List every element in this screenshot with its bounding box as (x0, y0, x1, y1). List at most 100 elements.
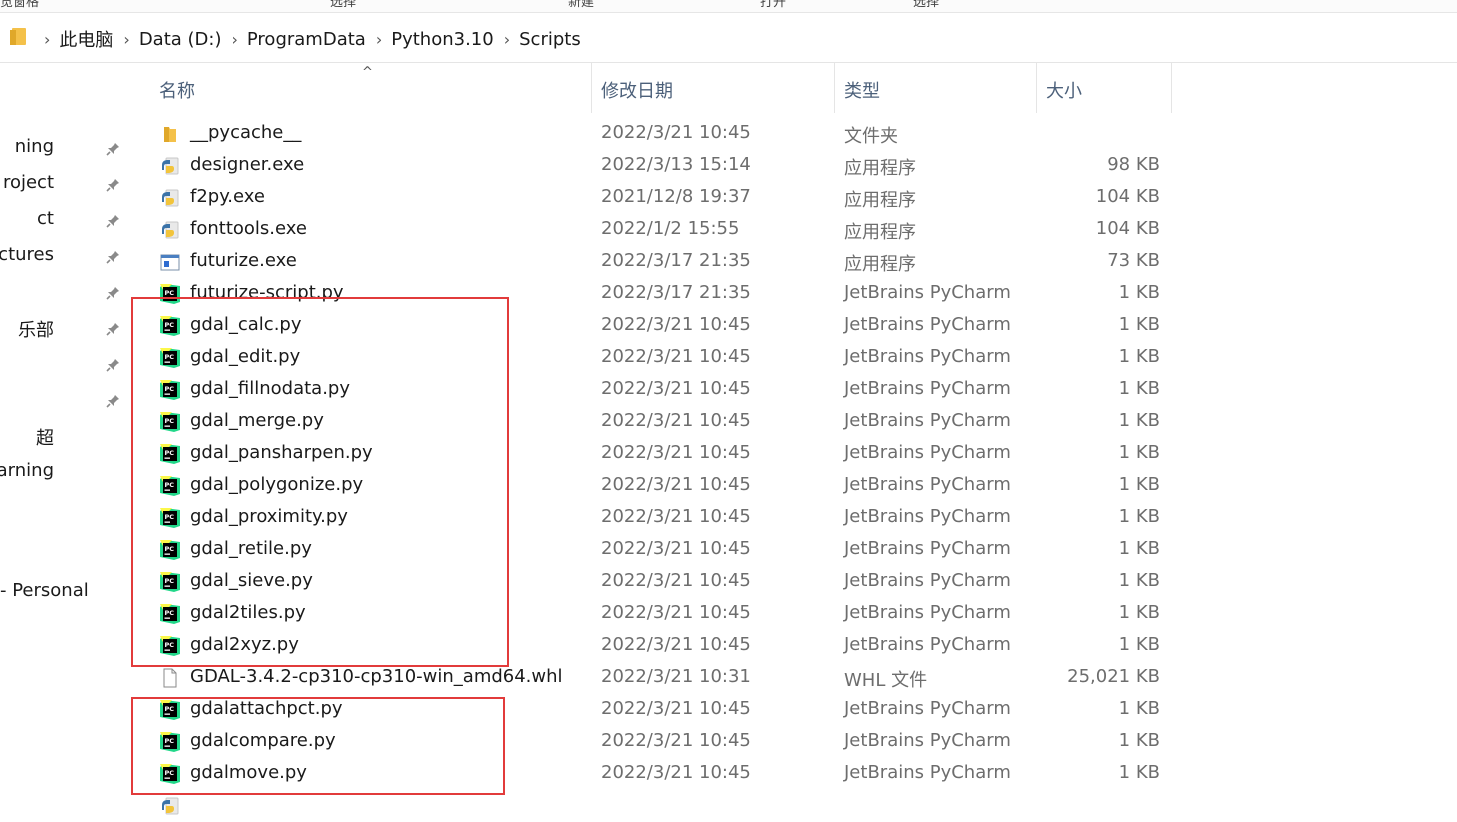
nav-item[interactable]: - Personal (0, 576, 130, 606)
file-name: __pycache__ (190, 122, 302, 143)
file-type: 文件夹 (844, 126, 898, 147)
breadcrumb-data-drive[interactable]: Data (D:) (139, 29, 222, 50)
file-row[interactable]: f2py.exe 2021/12/8 19:37 应用程序 104 KB (130, 182, 1230, 214)
file-type: JetBrains PyCharm (844, 762, 1011, 783)
file-row[interactable]: fonttools.exe 2022/1/2 15:55 应用程序 104 KB (130, 214, 1230, 246)
file-type: JetBrains PyCharm (844, 282, 1011, 303)
pin-icon[interactable] (106, 356, 120, 372)
pin-icon[interactable] (106, 212, 120, 228)
file-type: JetBrains PyCharm (844, 570, 1011, 591)
pin-icon[interactable] (106, 284, 120, 300)
nav-item-label: ctures (0, 244, 54, 265)
file-date: 2022/3/21 10:45 (601, 442, 751, 463)
column-header-type[interactable]: 类型 (835, 63, 1037, 113)
file-size: 25,021 KB (1067, 666, 1160, 687)
file-date: 2022/3/13 15:14 (601, 154, 751, 175)
application-icon (160, 252, 180, 272)
column-header-label: 修改日期 (601, 81, 673, 102)
chevron-right-icon[interactable]: › (123, 30, 129, 49)
ribbon-fragment[interactable]: 选择 (913, 0, 939, 10)
chevron-right-icon[interactable]: › (376, 30, 382, 49)
file-row[interactable]: designer.exe 2022/3/13 15:14 应用程序 98 KB (130, 150, 1230, 182)
column-header-label: 大小 (1046, 81, 1082, 102)
pin-icon[interactable] (106, 320, 120, 336)
nav-item-label: ning (14, 136, 54, 157)
file-type: JetBrains PyCharm (844, 378, 1011, 399)
file-type: JetBrains PyCharm (844, 506, 1011, 527)
file-type: 应用程序 (844, 222, 916, 243)
nav-item-label: - Personal (0, 580, 89, 601)
nav-item-label: 超 (36, 428, 54, 449)
file-size: 104 KB (1095, 186, 1160, 207)
file-type: WHL 文件 (844, 670, 928, 691)
file-size: 1 KB (1118, 410, 1160, 431)
nav-item[interactable]: roject (0, 168, 130, 198)
file-type: JetBrains PyCharm (844, 410, 1011, 431)
ribbon-fragment[interactable]: 览窗格 (0, 0, 39, 10)
file-row[interactable]: __pycache__ 2022/3/21 10:45 文件夹 (130, 118, 1230, 150)
file-size: 98 KB (1107, 154, 1160, 175)
folder-icon (10, 28, 26, 45)
chevron-right-icon[interactable]: › (44, 30, 50, 49)
chevron-right-icon[interactable]: › (231, 30, 237, 49)
address-bar[interactable]: › 此电脑 › Data (D:) › ProgramData › Python… (0, 14, 1457, 63)
nav-item[interactable]: earning (0, 456, 130, 486)
column-header-date[interactable]: 修改日期 (592, 63, 835, 113)
breadcrumb-python310[interactable]: Python3.10 (391, 29, 493, 50)
file-date: 2021/12/8 19:37 (601, 186, 751, 207)
column-header-name[interactable]: 名称 ^ (130, 63, 592, 113)
file-size: 1 KB (1118, 698, 1160, 719)
breadcrumb-programdata[interactable]: ProgramData (247, 29, 366, 50)
column-header-label: 名称 (159, 81, 195, 102)
file-type: JetBrains PyCharm (844, 602, 1011, 623)
pin-icon[interactable] (106, 176, 120, 192)
highlight-box (131, 297, 509, 667)
nav-item[interactable] (0, 348, 130, 378)
nav-item[interactable]: ning (0, 132, 130, 162)
folder-icon (160, 124, 180, 144)
ribbon-fragment[interactable]: 打开 (760, 0, 786, 10)
nav-item-label: 乐部 (18, 320, 54, 341)
nav-item[interactable]: 乐部 (0, 312, 130, 342)
nav-item[interactable]: ctures (0, 240, 130, 270)
file-size: 1 KB (1118, 474, 1160, 495)
nav-item[interactable]: ct (0, 204, 130, 234)
file-date: 2022/3/21 10:45 (601, 410, 751, 431)
file-type: JetBrains PyCharm (844, 442, 1011, 463)
chevron-right-icon[interactable]: › (504, 30, 510, 49)
ribbon-fragment[interactable]: 新建 (568, 0, 594, 10)
pin-icon[interactable] (106, 392, 120, 408)
file-size: 1 KB (1118, 346, 1160, 367)
file-size: 1 KB (1118, 634, 1160, 655)
nav-item[interactable] (0, 276, 130, 306)
python-icon (160, 156, 180, 176)
nav-item[interactable] (0, 384, 130, 414)
file-type: JetBrains PyCharm (844, 346, 1011, 367)
file-name: f2py.exe (190, 186, 265, 207)
highlight-box (131, 697, 505, 795)
breadcrumb: › 此电脑 › Data (D:) › ProgramData › Python… (40, 26, 587, 52)
pin-icon[interactable] (106, 248, 120, 264)
pin-icon[interactable] (106, 140, 120, 156)
ribbon-strip: 览窗格 选择 新建 打开 选择 (0, 0, 1457, 13)
file-size: 1 KB (1118, 602, 1160, 623)
nav-item[interactable]: 超 (0, 420, 130, 450)
file-row[interactable]: futurize.exe 2022/3/17 21:35 应用程序 73 KB (130, 246, 1230, 278)
ribbon-fragment[interactable]: 选择 (330, 0, 356, 10)
column-header-size[interactable]: 大小 (1037, 63, 1172, 113)
file-size: 1 KB (1118, 378, 1160, 399)
file-name: GDAL-3.4.2-cp310-cp310-win_amd64.whl (190, 666, 563, 687)
file-date: 2022/1/2 15:55 (601, 218, 740, 239)
file-date: 2022/3/21 10:45 (601, 762, 751, 783)
file-date: 2022/3/21 10:45 (601, 314, 751, 335)
file-date: 2022/3/21 10:45 (601, 346, 751, 367)
nav-item-label: earning (0, 460, 54, 481)
breadcrumb-this-pc[interactable]: 此电脑 (59, 26, 113, 52)
file-type: JetBrains PyCharm (844, 730, 1011, 751)
file-date: 2022/3/21 10:45 (601, 538, 751, 559)
breadcrumb-scripts[interactable]: Scripts (519, 29, 581, 50)
column-header-label: 类型 (844, 81, 880, 102)
file-date: 2022/3/21 10:45 (601, 698, 751, 719)
file-date: 2022/3/21 10:45 (601, 602, 751, 623)
file-date: 2022/3/17 21:35 (601, 250, 751, 271)
